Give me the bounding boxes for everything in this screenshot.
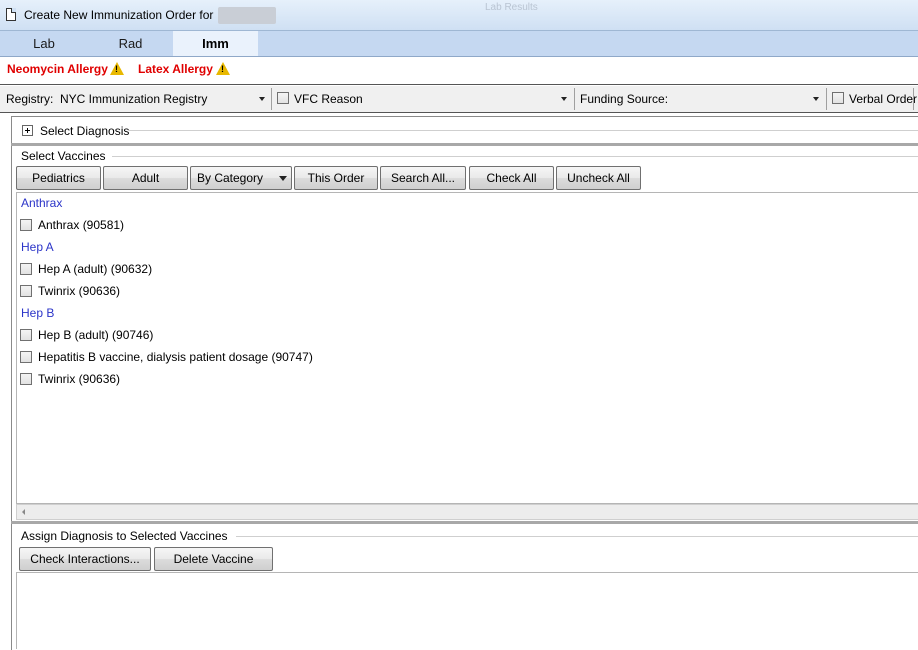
divider [0,112,918,113]
chevron-down-icon [813,97,819,101]
document-icon [6,8,16,21]
scroll-left-icon[interactable] [22,509,25,515]
divider [236,536,918,537]
tab-imm[interactable]: Imm [173,31,258,56]
title-bar: Create New Immunization Order for Lab Re… [0,0,918,31]
vaccine-checkbox[interactable] [20,285,32,297]
redacted-patient-name [218,7,276,24]
tab-lab[interactable]: Lab [0,31,88,56]
vaccine-item-label: Hepatitis B vaccine, dialysis patient do… [38,350,313,364]
vaccine-checkbox[interactable] [20,351,32,363]
divider [826,88,827,110]
assign-diagnosis-title: Assign Diagnosis to Selected Vaccines [21,529,228,543]
expand-plus-icon[interactable] [22,125,33,136]
allergy-latex: Latex Allergy [138,62,213,76]
select-diagnosis-label[interactable]: Select Diagnosis [40,124,130,138]
check-all-button[interactable]: Check All [469,166,554,190]
order-options-row: Registry: NYC Immunization Registry VFC … [0,86,918,112]
funding-source-dropdown[interactable] [662,89,822,109]
vaccine-checkbox[interactable] [20,219,32,231]
vaccine-item-label: Anthrax (90581) [38,218,125,232]
this-order-button[interactable]: This Order [294,166,378,190]
window-title: Create New Immunization Order for [24,8,214,22]
funding-source-label: Funding Source: [580,92,669,106]
registry-dropdown[interactable]: NYC Immunization Registry [58,89,268,109]
assign-splitter[interactable] [11,521,918,524]
category-anthrax[interactable]: Anthrax [21,196,62,210]
vaccine-checkbox[interactable] [20,263,32,275]
warning-icon: ! [216,62,230,75]
warning-icon: ! [110,62,124,75]
chevron-down-icon [561,97,567,101]
vfc-reason-checkbox[interactable] [277,92,289,104]
vaccine-item-label: Hep B (adult) (90746) [38,328,154,342]
vfc-reason-label: VFC Reason [294,92,363,106]
vaccine-item-label: Twinrix (90636) [38,372,121,386]
search-all-button[interactable]: Search All... [380,166,466,190]
divider [128,130,918,131]
vaccine-item-label: Twinrix (90636) [38,284,121,298]
category-hep-a[interactable]: Hep A [21,240,54,254]
adult-button[interactable]: Adult [103,166,188,190]
diagnosis-splitter[interactable] [11,143,918,146]
divider [0,84,918,85]
chevron-down-icon [259,97,265,101]
by-category-dropdown-button[interactable]: By Category [190,166,292,190]
verbal-order-label: Verbal Order [849,92,918,106]
by-category-label: By Category [197,171,264,185]
selected-vaccines-grid [16,572,918,649]
divider [913,88,914,110]
uncheck-all-button[interactable]: Uncheck All [556,166,641,190]
vfc-reason-dropdown[interactable] [360,89,570,109]
registry-value: NYC Immunization Registry [60,92,208,106]
category-hep-b[interactable]: Hep B [21,306,54,320]
vaccine-checkbox[interactable] [20,373,32,385]
check-interactions-button[interactable]: Check Interactions... [19,547,151,571]
pediatrics-button[interactable]: Pediatrics [16,166,101,190]
verbal-order-checkbox[interactable] [832,92,844,104]
vaccine-list [16,192,918,504]
delete-vaccine-button[interactable]: Delete Vaccine [154,547,273,571]
registry-label: Registry: [6,92,54,106]
select-vaccines-title: Select Vaccines [21,149,106,163]
chevron-down-icon [279,176,287,181]
horizontal-scrollbar[interactable] [16,504,918,520]
divider [271,88,272,110]
order-type-tabs: Lab Rad Imm [0,31,918,57]
allergy-neomycin: Neomycin Allergy [7,62,108,76]
vaccine-item-label: Hep A (adult) (90632) [38,262,153,276]
vaccine-checkbox[interactable] [20,329,32,341]
divider [574,88,575,110]
tab-rad[interactable]: Rad [88,31,173,56]
background-window-text: Lab Results [485,2,538,13]
divider [112,156,918,157]
